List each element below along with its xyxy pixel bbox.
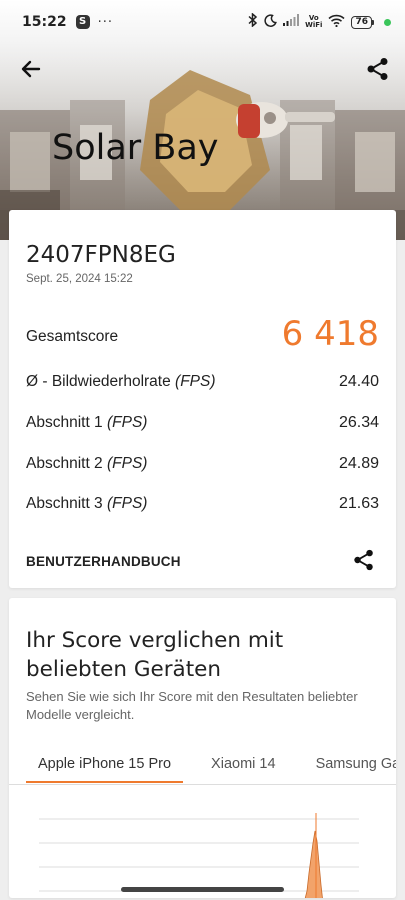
share-button[interactable]	[365, 56, 391, 82]
app-notification-icon: S	[75, 15, 90, 29]
score-row-value: 24.40	[338, 373, 379, 390]
benchmark-title: Solar Bay	[52, 128, 219, 168]
score-row: Abschnitt 2 (FPS) 24.89	[26, 455, 379, 473]
privacy-indicator-dot	[384, 18, 391, 26]
score-row-value: 24.89	[338, 455, 379, 472]
result-card: 2407FPN8EG Sept. 25, 2024 15:22 Gesamtsc…	[9, 210, 396, 588]
total-score-row: Gesamtscore 6 418	[26, 314, 379, 354]
wifi-icon	[328, 14, 346, 31]
bluetooth-icon	[247, 12, 258, 31]
device-model: 2407FPN8EG	[26, 242, 176, 268]
score-row-label: Abschnitt 3 (FPS)	[26, 495, 147, 513]
score-row-label: Ø - Bildwiederholrate (FPS)	[26, 373, 216, 391]
vowifi-icon: Vo WiFi	[305, 15, 322, 29]
comparison-title: Ihr Score verglichen mit beliebten Gerät…	[26, 628, 284, 682]
status-bar: 15:22 S ··· Vo WiFi 76	[0, 0, 405, 44]
device-tabs: Apple iPhone 15 Pro Xiaomi 14 Samsung Ga…	[26, 756, 396, 786]
score-row-value: 26.34	[338, 414, 379, 431]
result-date: Sept. 25, 2024 15:22	[26, 273, 133, 285]
user-manual-link[interactable]: BENUTZERHANDBUCH	[26, 554, 181, 569]
score-row-label: Abschnitt 1 (FPS)	[26, 414, 147, 432]
score-distribution-chart	[39, 813, 359, 898]
score-row-value: 21.63	[338, 495, 379, 512]
metric-unit: (FPS)	[107, 455, 148, 472]
metric-name: Ø - Bildwiederholrate	[26, 373, 176, 390]
more-notifications-icon: ···	[97, 14, 113, 30]
metric-name: Abschnitt 3	[26, 495, 107, 512]
total-score-value: 6 418	[281, 314, 379, 354]
share-result-button[interactable]	[352, 548, 376, 572]
tab-samsung-galaxy[interactable]: Samsung Galaxy	[316, 756, 396, 772]
metric-name: Abschnitt 2	[26, 455, 107, 472]
distribution-curve	[304, 830, 323, 898]
tab-xiaomi-14[interactable]: Xiaomi 14	[211, 756, 287, 772]
share-icon	[367, 58, 388, 80]
back-button[interactable]	[18, 56, 44, 82]
home-indicator[interactable]	[121, 887, 284, 892]
comparison-description: Sehen Sie wie sich Ihr Score mit den Res…	[26, 689, 358, 722]
do-not-disturb-moon-icon	[264, 13, 278, 31]
score-row: Abschnitt 3 (FPS) 21.63	[26, 495, 379, 513]
tab-apple-iphone-15-pro[interactable]: Apple iPhone 15 Pro	[26, 756, 184, 783]
metric-unit: (FPS)	[107, 414, 148, 431]
metric-unit: (FPS)	[107, 495, 148, 512]
score-row-label: Abschnitt 2 (FPS)	[26, 455, 147, 473]
battery-level: 76	[351, 15, 372, 29]
status-time: 15:22	[22, 14, 67, 30]
total-score-label: Gesamtscore	[26, 328, 119, 345]
battery-icon: 76	[351, 15, 374, 29]
metric-unit: (FPS)	[175, 373, 216, 390]
signal-strength-icon	[283, 14, 300, 30]
score-row: Abschnitt 1 (FPS) 26.34	[26, 414, 379, 432]
metric-name: Abschnitt 1	[26, 414, 107, 431]
arrow-left-icon	[21, 60, 41, 78]
share-icon	[354, 549, 373, 571]
score-row: Ø - Bildwiederholrate (FPS) 24.40	[26, 373, 379, 391]
vowifi-bottom: WiFi	[305, 21, 323, 29]
comparison-card: Ihr Score verglichen mit beliebten Gerät…	[9, 598, 396, 898]
